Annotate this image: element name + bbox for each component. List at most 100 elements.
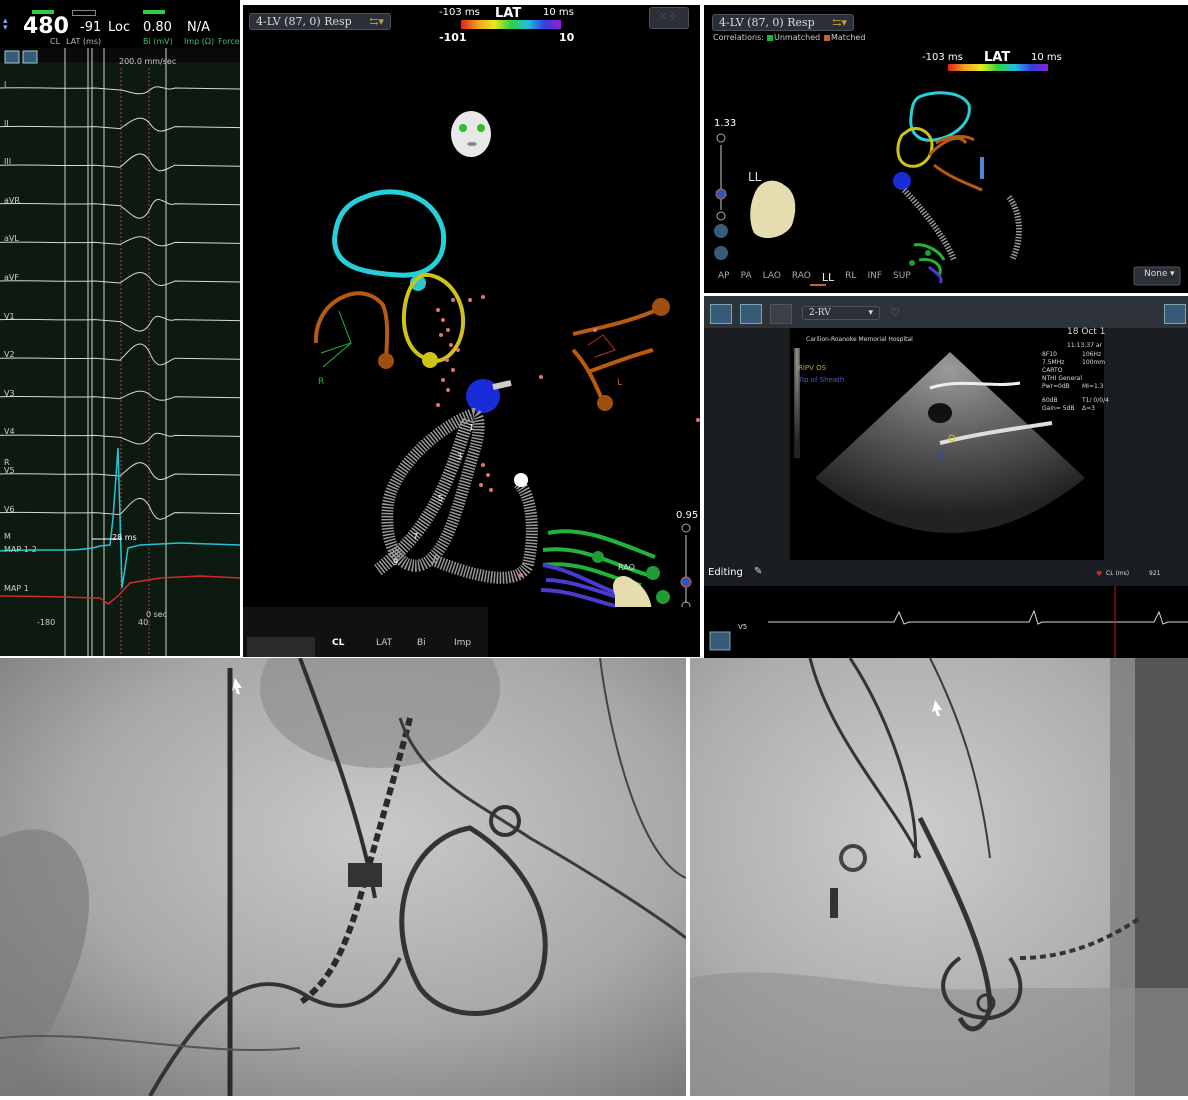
heart-mode-icon[interactable] bbox=[710, 304, 732, 324]
lead-label: V1 bbox=[4, 311, 15, 321]
echo-param: 60dB bbox=[1042, 397, 1058, 404]
view-pa[interactable]: PA bbox=[741, 271, 752, 284]
cyan-catheter-loop bbox=[332, 189, 447, 278]
echo-param: Gain= 5dB bbox=[1042, 405, 1075, 412]
main-label-r: R bbox=[318, 377, 325, 387]
echo-param: MI=1.3 bbox=[1082, 383, 1104, 390]
electrode-7: 7 bbox=[413, 532, 419, 541]
electrode-9: 9 bbox=[393, 558, 399, 567]
lead-label: V2 bbox=[4, 350, 15, 360]
secondary-heart-icon[interactable] bbox=[750, 180, 796, 239]
none-dropdown[interactable]: None bbox=[1144, 269, 1167, 279]
secondary-3d-map[interactable]: 4-LV (87, 0) Resp ⇆▾ Correlations: Unmat… bbox=[704, 5, 1188, 293]
echo-param: 7.5MHz bbox=[1042, 359, 1065, 366]
echo-param: Pwr=0dB bbox=[1042, 383, 1070, 390]
view-ll[interactable]: LL bbox=[822, 271, 834, 284]
secondary-map-canvas[interactable] bbox=[704, 5, 1188, 293]
map-lead-map12: MAP 1-2 bbox=[4, 545, 37, 554]
sheath-coil bbox=[381, 408, 485, 572]
echo-cl-label: CL (ms) bbox=[1106, 570, 1130, 577]
tab-lat[interactable]: LAT bbox=[376, 638, 392, 648]
electrode-5: 5 bbox=[438, 494, 444, 503]
grid-tool-icon[interactable] bbox=[770, 304, 792, 324]
lat-points bbox=[436, 295, 700, 577]
echo-param: T1/ 0/0/4 bbox=[1082, 397, 1109, 404]
echo-param: 100mm bbox=[1082, 359, 1106, 366]
fluoroscopy-right bbox=[690, 657, 1188, 1096]
lead-label: aVF bbox=[4, 273, 19, 282]
r-label: R bbox=[4, 458, 10, 467]
echo-hospital: Carilion-Roanoke Memorial Hospital bbox=[806, 336, 913, 343]
lead-label: V4 bbox=[4, 427, 15, 437]
imp-label: Imp (Ω) bbox=[184, 37, 215, 46]
force-label: Force bbox=[218, 37, 240, 46]
edit-pen-icon[interactable]: ✎ bbox=[754, 566, 762, 577]
main-3d-map[interactable]: 4-LV (87, 0) Resp ⇆▾ -103 ms LAT 10 ms -… bbox=[243, 5, 700, 657]
interval-label: 28 ms bbox=[112, 533, 137, 542]
echo-param: CARTO bbox=[1042, 367, 1063, 374]
imp-value: N/A bbox=[187, 20, 210, 35]
tool-icon-2[interactable] bbox=[22, 50, 38, 64]
main-map-canvas[interactable] bbox=[243, 5, 700, 657]
echo-legend-2: Tip of Sheath bbox=[798, 376, 845, 384]
view-rl[interactable]: RL bbox=[845, 271, 856, 284]
axis-zero: 0 sec bbox=[146, 610, 168, 619]
heart-beat-icon: ♥ bbox=[1096, 570, 1103, 578]
echo-params-left: 8F10 7.5MHz CARTO NTHI General Pwr=0dB 6… bbox=[1042, 351, 1082, 413]
echo-param: 106Hz bbox=[1082, 351, 1102, 358]
echo-preset-dropdown[interactable]: 2-RV ▾ bbox=[802, 306, 880, 320]
echo-legend-1: RIPV OS bbox=[798, 364, 827, 372]
tab-cl[interactable]: CL bbox=[332, 638, 344, 648]
lead-label: V6 bbox=[4, 504, 15, 514]
head-orientation-icon[interactable] bbox=[451, 111, 491, 157]
none-dropdown-chevron-icon[interactable]: ▾ bbox=[1170, 269, 1175, 279]
secondary-reset-icon[interactable] bbox=[714, 224, 728, 238]
echo-param: 8F10 bbox=[1042, 351, 1057, 358]
echo-date: 18 Oct 1 bbox=[1067, 327, 1106, 337]
echo-config-icon[interactable]: ♡ bbox=[890, 306, 910, 322]
bi-status-bar bbox=[143, 10, 165, 14]
cl-value: 480 bbox=[23, 14, 69, 39]
echo-param: Δ=3 bbox=[1082, 405, 1095, 412]
echo-cl-value: 921 bbox=[1149, 570, 1161, 577]
lat-status-bar bbox=[72, 10, 96, 16]
pen-tool-icon[interactable] bbox=[740, 304, 762, 324]
lat-value: -91 bbox=[80, 20, 102, 35]
electrode-1: 1 bbox=[469, 423, 475, 432]
view-sup[interactable]: SUP bbox=[893, 271, 911, 284]
bi-label: Bi (mV) bbox=[143, 37, 173, 46]
secondary-rotate-icon[interactable] bbox=[714, 246, 728, 260]
echo-preset-value: 2-RV bbox=[809, 308, 831, 318]
lat-label: LAT (ms) bbox=[66, 37, 102, 46]
view-orientation-buttons: AP PA LAO RAO LL RL INF SUP bbox=[718, 271, 911, 284]
fluoroscopy-left bbox=[0, 608, 687, 1097]
scroll-arrows-icon[interactable]: ▴ ▾ bbox=[3, 17, 9, 33]
lead-label: aVR bbox=[4, 195, 20, 205]
echo-param: NTHI General bbox=[1042, 375, 1082, 382]
tool-icon-1[interactable] bbox=[4, 50, 20, 64]
view-rao[interactable]: RAO bbox=[792, 271, 811, 284]
view-inf[interactable]: INF bbox=[867, 271, 882, 284]
lead-label: V5 bbox=[4, 466, 15, 475]
tab-imp[interactable]: Imp bbox=[454, 638, 471, 648]
map-lead-map1: MAP 1 bbox=[4, 584, 29, 593]
echo-preset-chevron-icon: ▾ bbox=[868, 308, 873, 318]
echo-time: 11:13:37 ar bbox=[1067, 342, 1102, 349]
echo-expand-icon[interactable] bbox=[1164, 304, 1186, 324]
main-label-rao: RAO bbox=[618, 563, 635, 572]
ice-echo-panel[interactable]: 2-RV ▾ ♡ Carilion-Roanoke Memorial Hospi… bbox=[704, 296, 1188, 658]
electrode-3: 3 bbox=[457, 452, 463, 461]
echo-params-right: 106Hz 100mm MI=1.3 T1/ 0/0/4 Δ=3 bbox=[1082, 351, 1109, 413]
lead-label: III bbox=[4, 157, 12, 167]
view-lao[interactable]: LAO bbox=[763, 271, 781, 284]
tab-bi[interactable]: Bi bbox=[417, 638, 426, 648]
lead-label: aVL bbox=[4, 234, 19, 244]
lead-label: I bbox=[4, 80, 7, 89]
sweep-speed: 200.0 mm/sec bbox=[119, 57, 177, 66]
lead-label: V3 bbox=[4, 388, 15, 398]
orange-catheter-left bbox=[313, 291, 390, 361]
ecg-trace-area bbox=[0, 48, 240, 656]
view-ap[interactable]: AP bbox=[718, 271, 730, 284]
bi-value: 0.80 bbox=[143, 20, 172, 35]
axis-left: -180 bbox=[37, 618, 56, 627]
